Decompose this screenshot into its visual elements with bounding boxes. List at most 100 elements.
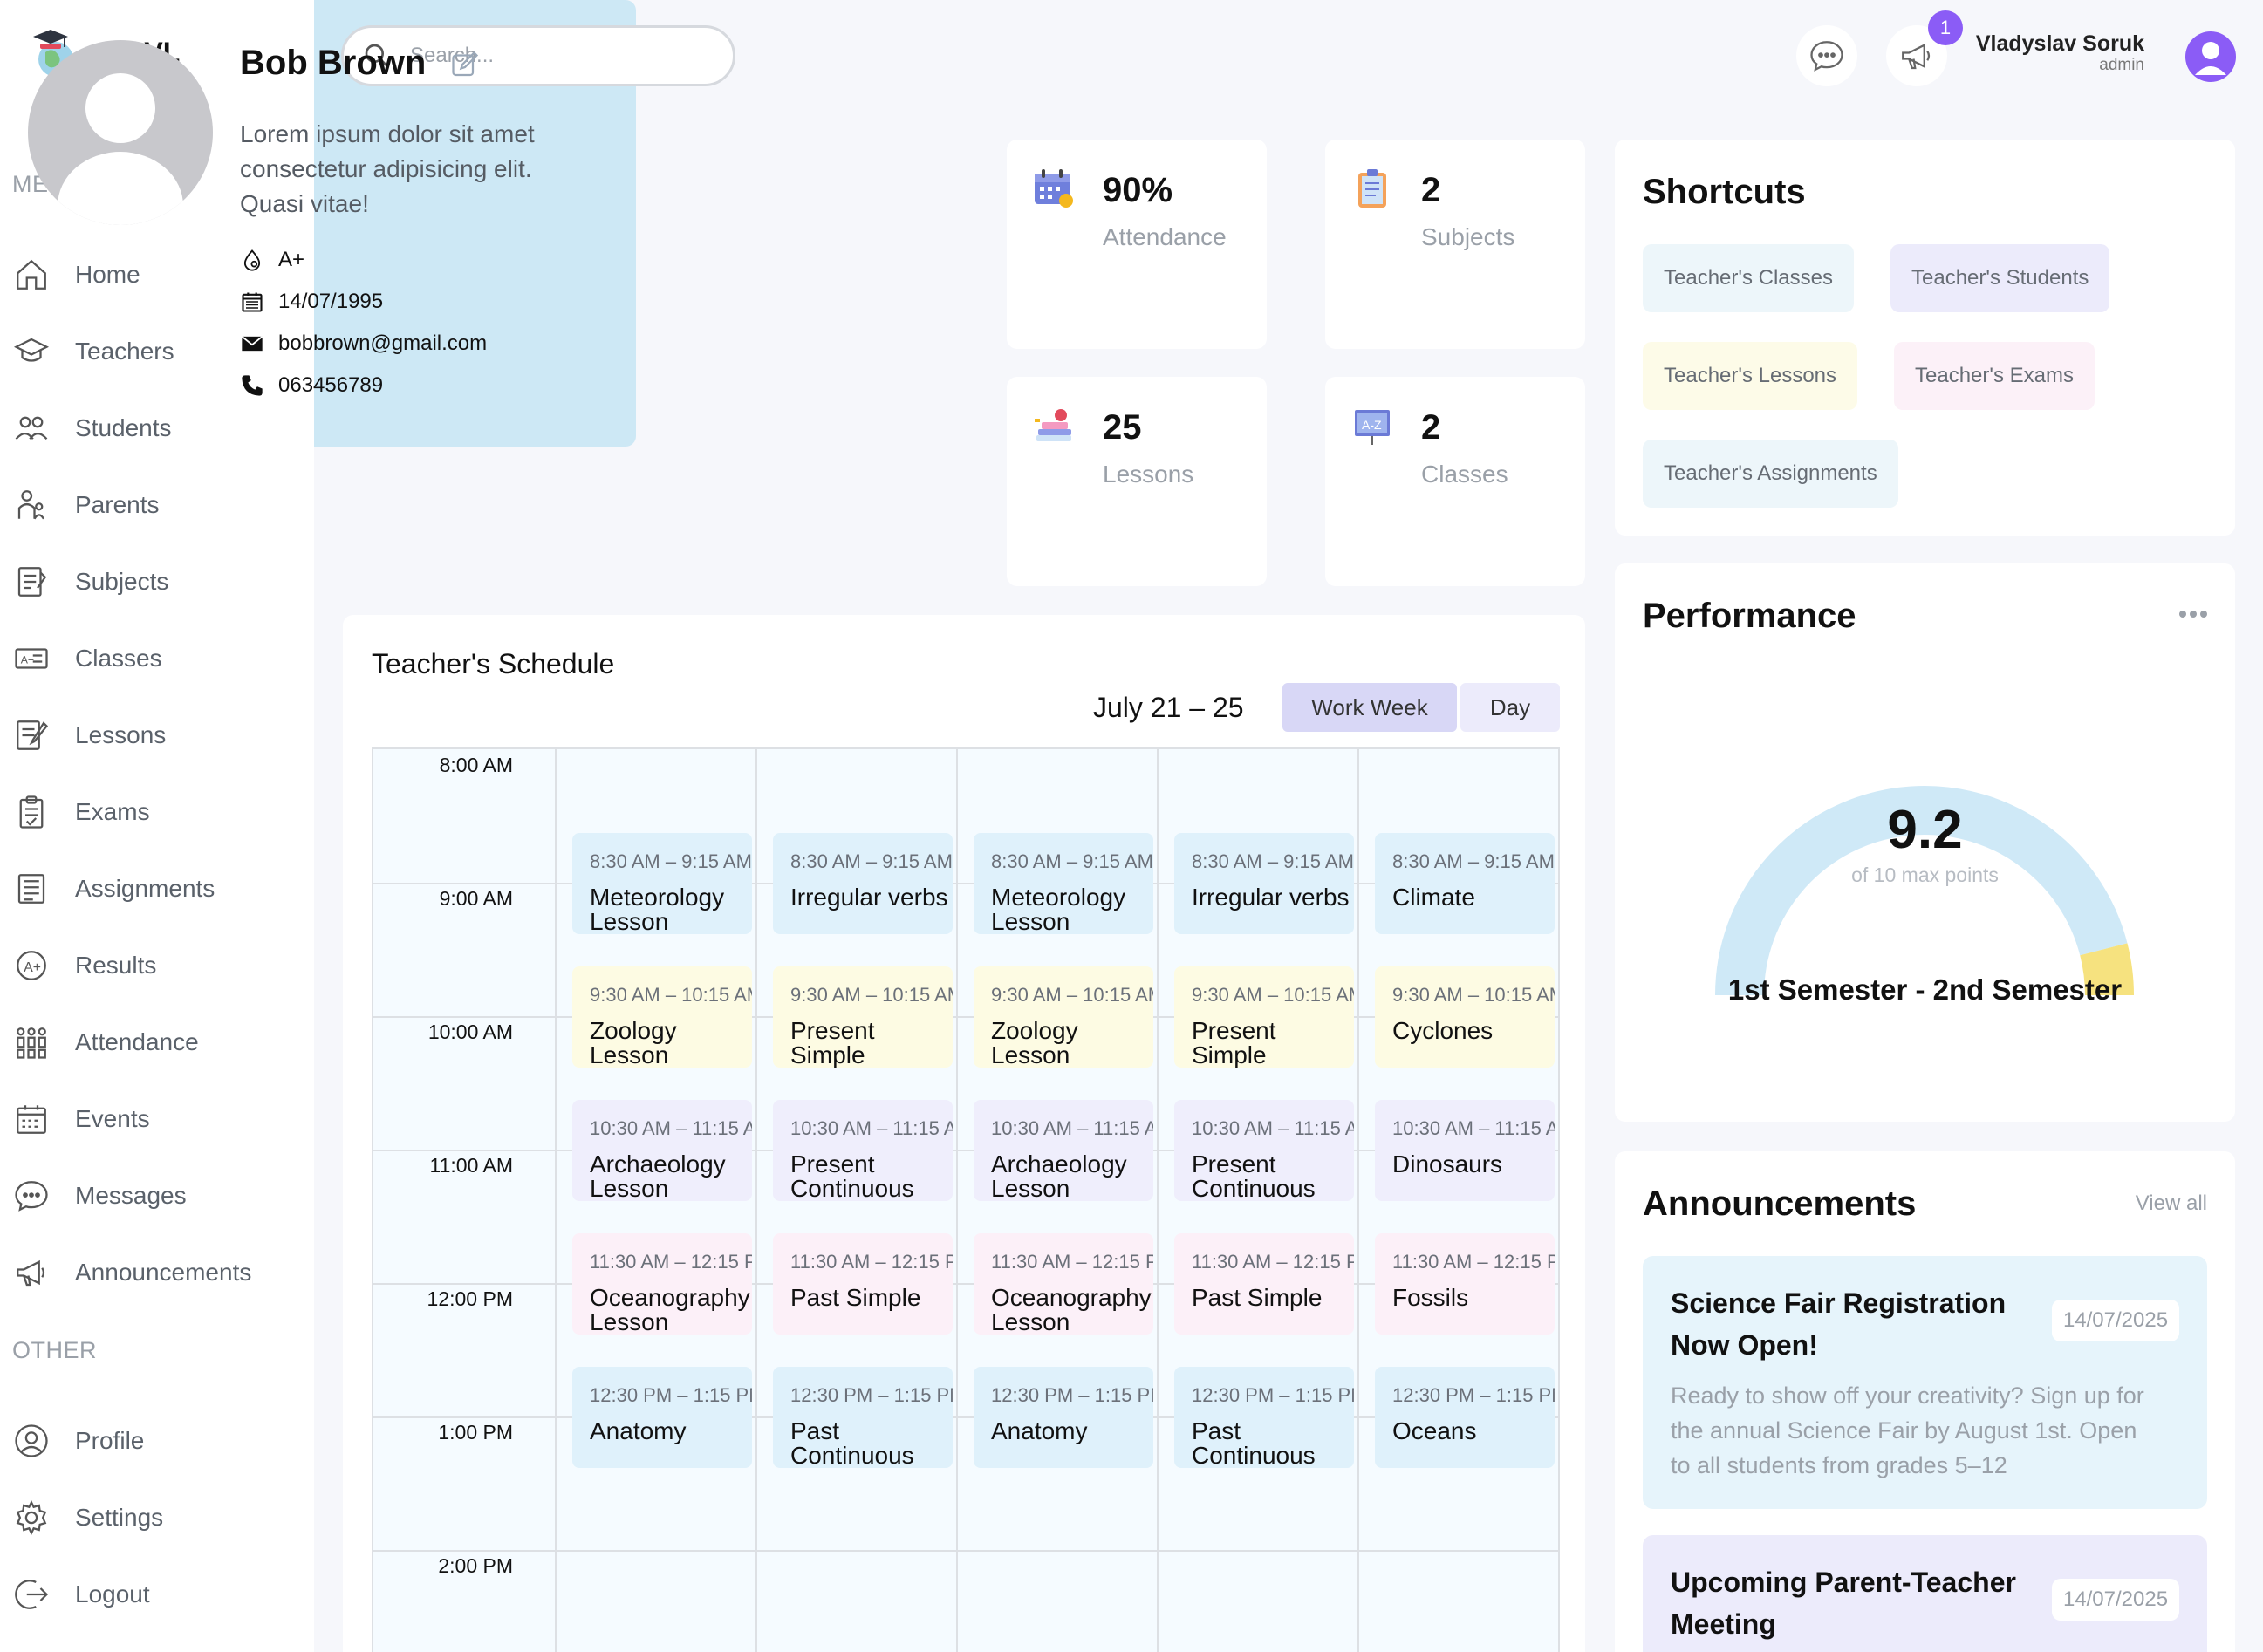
schedule-event[interactable]: 10:30 AM – 11:15 AM Dinosaurs (1375, 1100, 1555, 1201)
sidebar-item-teachers[interactable]: Teachers (12, 325, 174, 378)
schedule-event[interactable]: 10:30 AM – 11:15 AM Present Continuous (773, 1100, 953, 1201)
attendance-calendar-icon (1035, 169, 1073, 208)
schedule-event[interactable]: 11:30 AM – 12:15 PM Fossils (1375, 1233, 1555, 1335)
schedule-event[interactable]: 9:30 AM – 10:15 AM Present Simple (773, 966, 953, 1068)
shortcut-teachers-exams[interactable]: Teacher's Exams (1894, 342, 2095, 410)
schedule-event[interactable]: 11:30 AM – 12:15 PM Past Simple (1174, 1233, 1354, 1335)
settings-icon (12, 1498, 51, 1537)
event-time: 10:30 AM – 11:15 AM (1392, 1117, 1555, 1139)
view-work-week-button[interactable]: Work Week (1282, 683, 1457, 732)
schedule-event[interactable]: 8:30 AM – 9:15 AM Meteorology Lesson (974, 833, 1153, 934)
sidebar-item-label: Logout (75, 1580, 150, 1608)
event-title: Dinosaurs (1392, 1150, 1503, 1178)
sidebar-item-messages[interactable]: Messages (12, 1170, 187, 1222)
event-time: 10:30 AM – 11:15 AM (991, 1117, 1153, 1139)
stat-card-lessons: 25 Lessons (1007, 377, 1267, 586)
shortcut-teachers-assignments[interactable]: Teacher's Assignments (1643, 440, 1898, 508)
schedule-event[interactable]: 9:30 AM – 10:15 AM Zoology Lesson (974, 966, 1153, 1068)
schedule-event[interactable]: 10:30 AM – 11:15 AM Archaeology Lesson (974, 1100, 1153, 1201)
messages-button[interactable] (1796, 25, 1857, 86)
sidebar-item-home[interactable]: Home (12, 249, 140, 301)
announcement-date: 14/07/2025 (2052, 1579, 2179, 1621)
classroom-board-icon: A-Z (1355, 410, 1390, 445)
schedule-event[interactable]: 12:30 PM – 1:15 PM Anatomy (572, 1367, 752, 1468)
shortcut-teachers-students[interactable]: Teacher's Students (1890, 244, 2110, 312)
schedule-event[interactable]: 11:30 AM – 12:15 PM Oceanography Lesson (974, 1233, 1153, 1335)
announcement-item[interactable]: Upcoming Parent-Teacher Meeting 14/07/20… (1643, 1535, 2207, 1652)
email-value: bobbrown@gmail.com (278, 331, 488, 355)
schedule-event[interactable]: 12:30 PM – 1:15 PM Oceans (1375, 1367, 1555, 1468)
sidebar-item-lessons[interactable]: Lessons (12, 709, 166, 761)
graduation-cap-icon (12, 332, 51, 371)
svg-text:A-Z: A-Z (1362, 418, 1382, 432)
sidebar-item-classes[interactable]: A+ Classes (12, 632, 162, 685)
event-time: 12:30 PM – 1:15 PM (1192, 1384, 1354, 1406)
schedule-event[interactable]: 12:30 PM – 1:15 PM Past Continuous (1174, 1367, 1354, 1468)
schedule-event[interactable]: 11:30 AM – 12:15 PM Oceanography Lesson (572, 1233, 752, 1335)
event-title: Present Simple (790, 1017, 875, 1068)
sidebar-item-profile[interactable]: Profile (12, 1415, 144, 1467)
sidebar-item-exams[interactable]: Exams (12, 786, 150, 838)
envelope-icon (241, 336, 263, 352)
schedule-event[interactable]: 10:30 AM – 11:15 AM Present Continuous (1174, 1100, 1354, 1201)
schedule-event[interactable]: 12:30 PM – 1:15 PM Past Continuous (773, 1367, 953, 1468)
schedule-event[interactable]: 9:30 AM – 10:15 AM Cyclones (1375, 966, 1555, 1068)
classes-icon: A+ (12, 639, 51, 678)
time-label: 11:00 AM (429, 1154, 513, 1177)
sidebar-item-students[interactable]: Students (12, 402, 172, 454)
megaphone-icon (1902, 43, 1931, 70)
more-options-icon[interactable] (2178, 605, 2209, 623)
schedule-event[interactable]: 10:30 AM – 11:15 AM Archaeology Lesson (572, 1100, 752, 1201)
sidebar-item-label: Home (75, 261, 140, 288)
event-title: Present Simple (1192, 1017, 1276, 1068)
time-label: 9:00 AM (439, 887, 513, 910)
event-time: 10:30 AM – 11:15 AM (1192, 1117, 1354, 1139)
user-name: Vladyslav Soruk (1975, 31, 2144, 56)
stat-label: Subjects (1421, 223, 1515, 250)
event-time: 11:30 AM – 12:15 PM (790, 1251, 953, 1273)
sidebar-item-label: Results (75, 952, 157, 979)
event-title: Zoology Lesson (590, 1017, 677, 1068)
event-time: 9:30 AM – 10:15 AM (790, 984, 953, 1006)
event-time: 8:30 AM – 9:15 AM (590, 850, 752, 872)
performance-period: 1st Semester - 2nd Semester (1727, 973, 2123, 1006)
sidebar-item-subjects[interactable]: Subjects (12, 556, 168, 608)
phone-icon (242, 375, 263, 396)
event-time: 12:30 PM – 1:15 PM (1392, 1384, 1555, 1406)
shortcut-teachers-lessons[interactable]: Teacher's Lessons (1643, 342, 1858, 410)
schedule-event[interactable]: 8:30 AM – 9:15 AM Irregular verbs (773, 833, 953, 934)
view-day-button[interactable]: Day (1460, 683, 1560, 732)
svg-text:A+: A+ (24, 960, 41, 975)
shortcut-teachers-classes[interactable]: Teacher's Classes (1643, 244, 1854, 312)
schedule-event[interactable]: 8:30 AM – 9:15 AM Meteorology Lesson (572, 833, 752, 934)
sidebar-item-events[interactable]: Events (12, 1093, 150, 1145)
schedule-event[interactable]: 9:30 AM – 10:15 AM Zoology Lesson (572, 966, 752, 1068)
sidebar-item-announcements[interactable]: Announcements (12, 1246, 251, 1299)
edit-icon[interactable] (449, 49, 481, 80)
sidebar-item-settings[interactable]: Settings (12, 1492, 163, 1544)
sidebar-item-label: Announcements (75, 1259, 252, 1286)
event-time: 9:30 AM – 10:15 AM (1392, 984, 1555, 1006)
stat-card-attendance: 90% Attendance (1007, 140, 1267, 349)
event-title: Irregular verbs (790, 884, 948, 911)
avatar[interactable] (2185, 31, 2236, 82)
announcement-date: 14/07/2025 (2052, 1300, 2179, 1341)
announcement-item[interactable]: Science Fair Registration Now Open! 14/0… (1643, 1256, 2207, 1509)
event-title: Oceanography Lesson (991, 1284, 1152, 1335)
sidebar-item-attendance[interactable]: Attendance (12, 1016, 199, 1068)
sidebar-item-assignments[interactable]: Assignments (12, 863, 215, 915)
schedule-event[interactable]: 8:30 AM – 9:15 AM Irregular verbs (1174, 833, 1354, 934)
view-all-link[interactable]: View all (2136, 1191, 2207, 1216)
schedule-event[interactable]: 11:30 AM – 12:15 PM Past Simple (773, 1233, 953, 1335)
sidebar-item-label: Events (75, 1105, 150, 1132)
schedule-event[interactable]: 12:30 PM – 1:15 PM Anatomy (974, 1367, 1153, 1468)
sidebar-item-logout[interactable]: Logout (12, 1568, 150, 1621)
announcement-body: Ready to show off your creativity? Sign … (1671, 1382, 2144, 1478)
schedule-event[interactable]: 8:30 AM – 9:15 AM Climate (1375, 833, 1555, 934)
sidebar-item-results[interactable]: A+ Results (12, 939, 156, 992)
sidebar-item-parents[interactable]: Parents (12, 479, 160, 531)
schedule-event[interactable]: 9:30 AM – 10:15 AM Present Simple (1174, 966, 1354, 1068)
lessons-icon (12, 716, 51, 754)
announcements-title: Announcements (1643, 1184, 1917, 1223)
shortcuts-title: Shortcuts (1643, 173, 1806, 211)
